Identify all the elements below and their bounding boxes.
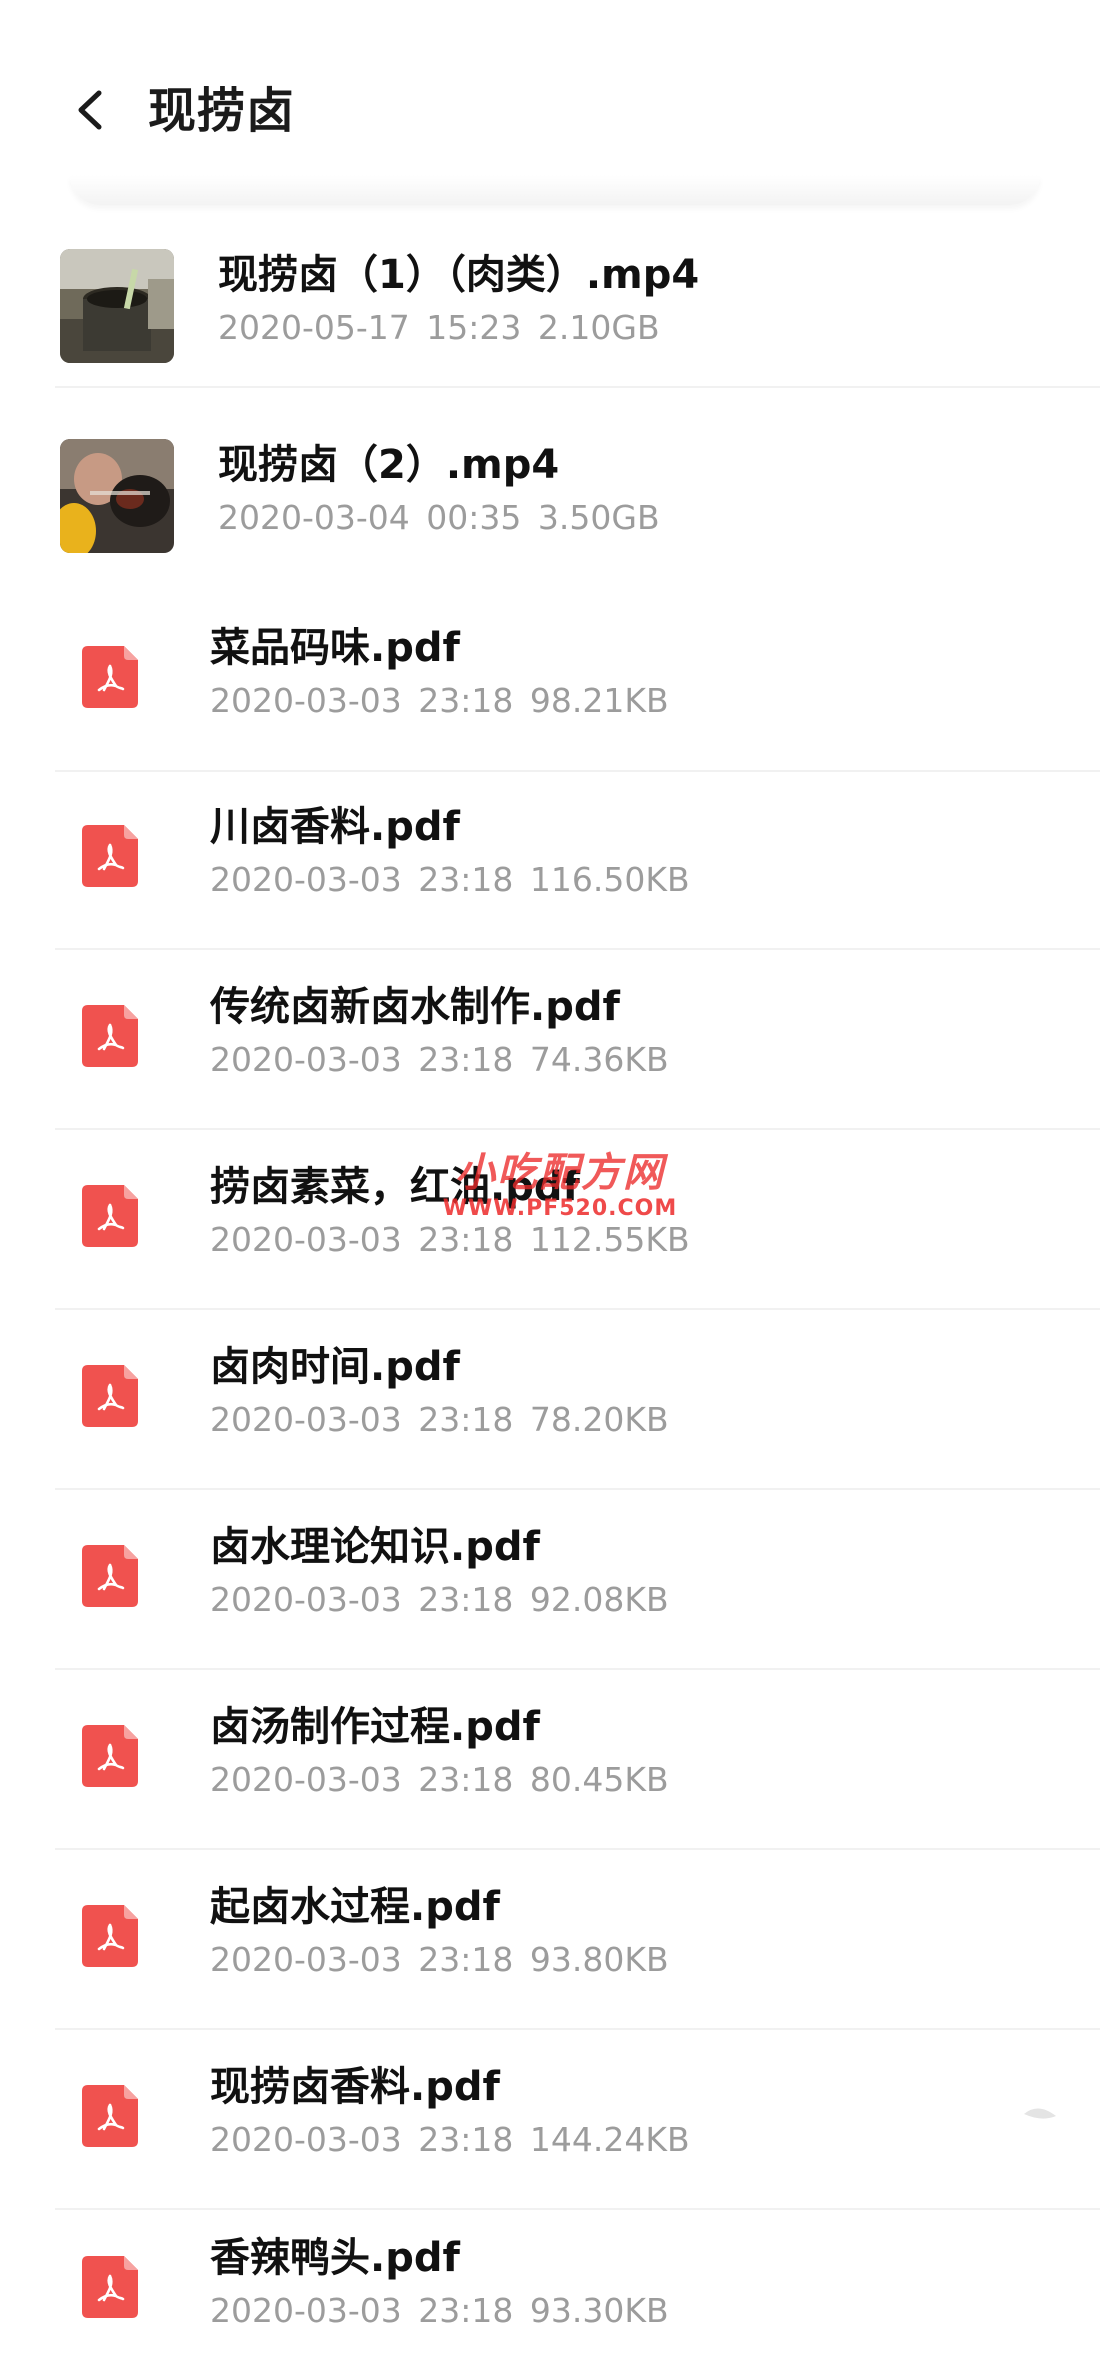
file-row[interactable]: 卤水理论知识.pdf 2020-03-03 23:18 92.08KB bbox=[0, 1490, 1100, 1670]
file-size: 98.21KB bbox=[529, 681, 669, 720]
file-size: 112.55KB bbox=[529, 1220, 690, 1259]
pdf-icon bbox=[82, 1545, 138, 1607]
file-name: 现捞卤（2）.mp4 bbox=[218, 442, 560, 488]
pdf-icon bbox=[82, 1905, 138, 1967]
file-name: 卤水理论知识.pdf bbox=[210, 1524, 540, 1570]
file-date: 2020-03-03 bbox=[210, 860, 402, 899]
scroll-hint-icon bbox=[1024, 2108, 1056, 2119]
file-name: 现捞卤（1）（肉类）.mp4 bbox=[218, 252, 700, 298]
file-row[interactable]: 卤汤制作过程.pdf 2020-03-03 23:18 80.45KB bbox=[0, 1670, 1100, 1850]
file-time: 00:35 bbox=[426, 498, 522, 537]
file-row[interactable]: 现捞卤香料.pdf 2020-03-03 23:18 144.24KB bbox=[0, 2030, 1100, 2210]
pdf-icon bbox=[82, 1725, 138, 1787]
file-date: 2020-03-03 bbox=[210, 2120, 402, 2159]
file-row[interactable]: 现捞卤（2）.mp4 2020-03-04 00:35 3.50GB bbox=[0, 408, 1100, 588]
file-date: 2020-05-17 bbox=[218, 308, 410, 347]
file-size: 93.80KB bbox=[529, 1940, 669, 1979]
file-meta: 2020-03-03 23:18 112.55KB bbox=[210, 1220, 690, 1260]
file-row[interactable]: 香辣鸭头.pdf 2020-03-03 23:18 93.30KB bbox=[0, 2210, 1100, 2371]
file-row[interactable]: 起卤水过程.pdf 2020-03-03 23:18 93.80KB bbox=[0, 1850, 1100, 2030]
file-row[interactable]: 捞卤素菜，红油.pdf 2020-03-03 23:18 112.55KB bbox=[0, 1130, 1100, 1310]
file-time: 23:18 bbox=[418, 2290, 514, 2330]
file-date: 2020-03-03 bbox=[210, 1940, 402, 1979]
file-meta: 2020-03-03 23:18 93.30KB bbox=[210, 2291, 669, 2331]
file-name: 捞卤素菜，红油.pdf bbox=[210, 1164, 580, 1210]
file-browser-screen: 现捞卤 现捞卤（1）（肉类）.mp4 2020-05-17 15:23 2.10G… bbox=[0, 0, 1100, 2371]
file-date: 2020-03-04 bbox=[218, 498, 410, 537]
pdf-icon bbox=[82, 2255, 138, 2318]
row-divider bbox=[55, 386, 1100, 388]
file-meta: 2020-03-03 23:18 80.45KB bbox=[210, 1760, 669, 1800]
file-name: 香辣鸭头.pdf bbox=[210, 2234, 460, 2281]
pdf-icon bbox=[82, 2085, 138, 2147]
file-size: 93.30KB bbox=[529, 2290, 669, 2330]
file-time: 23:18 bbox=[418, 1400, 514, 1439]
pdf-icon bbox=[82, 646, 138, 708]
pdf-icon bbox=[82, 825, 138, 887]
file-row[interactable]: 菜品码味.pdf 2020-03-03 23:18 98.21KB bbox=[0, 590, 1100, 772]
file-time: 23:18 bbox=[418, 1940, 514, 1979]
file-name: 传统卤新卤水制作.pdf bbox=[210, 984, 620, 1030]
file-size: 92.08KB bbox=[529, 1580, 669, 1619]
file-size: 80.45KB bbox=[529, 1760, 669, 1799]
file-date: 2020-03-03 bbox=[210, 1400, 402, 1439]
pdf-icon bbox=[82, 1185, 138, 1247]
file-date: 2020-03-03 bbox=[210, 1220, 402, 1259]
file-date: 2020-03-03 bbox=[210, 1040, 402, 1079]
file-time: 23:18 bbox=[418, 2120, 514, 2159]
file-time: 23:18 bbox=[418, 1760, 514, 1799]
file-date: 2020-03-03 bbox=[210, 1580, 402, 1619]
file-time: 15:23 bbox=[426, 308, 522, 347]
file-time: 23:18 bbox=[418, 1580, 514, 1619]
file-meta: 2020-05-17 15:23 2.10GB bbox=[218, 308, 660, 348]
file-meta: 2020-03-03 23:18 144.24KB bbox=[210, 2120, 690, 2160]
file-size: 78.20KB bbox=[529, 1400, 669, 1439]
file-size: 144.24KB bbox=[529, 2120, 690, 2159]
file-name: 卤肉时间.pdf bbox=[210, 1344, 460, 1390]
file-date: 2020-03-03 bbox=[210, 2290, 402, 2330]
file-name: 卤汤制作过程.pdf bbox=[210, 1704, 540, 1750]
video-thumbnail bbox=[60, 439, 174, 553]
file-time: 23:18 bbox=[418, 1220, 514, 1259]
file-list: 现捞卤（1）（肉类）.mp4 2020-05-17 15:23 2.10GB 现捞卤… bbox=[0, 0, 1100, 2371]
file-time: 23:18 bbox=[418, 681, 514, 720]
file-meta: 2020-03-03 23:18 98.21KB bbox=[210, 681, 669, 721]
file-row[interactable]: 现捞卤（1）（肉类）.mp4 2020-05-17 15:23 2.10GB bbox=[0, 228, 1100, 388]
file-meta: 2020-03-03 23:18 74.36KB bbox=[210, 1040, 669, 1080]
pdf-icon bbox=[82, 1365, 138, 1427]
video-thumbnail bbox=[60, 249, 174, 363]
file-date: 2020-03-03 bbox=[210, 1760, 402, 1799]
file-row[interactable]: 卤肉时间.pdf 2020-03-03 23:18 78.20KB bbox=[0, 1310, 1100, 1490]
file-time: 23:18 bbox=[418, 1040, 514, 1079]
file-row[interactable]: 传统卤新卤水制作.pdf 2020-03-03 23:18 74.36KB bbox=[0, 950, 1100, 1130]
file-meta: 2020-03-03 23:18 92.08KB bbox=[210, 1580, 669, 1620]
file-size: 74.36KB bbox=[529, 1040, 669, 1079]
file-date: 2020-03-03 bbox=[210, 681, 402, 720]
file-meta: 2020-03-03 23:18 78.20KB bbox=[210, 1400, 669, 1440]
file-row[interactable]: 川卤香料.pdf 2020-03-03 23:18 116.50KB bbox=[0, 770, 1100, 950]
file-time: 23:18 bbox=[418, 860, 514, 899]
file-name: 起卤水过程.pdf bbox=[210, 1884, 500, 1930]
file-name: 现捞卤香料.pdf bbox=[210, 2064, 500, 2110]
file-size: 3.50GB bbox=[537, 498, 660, 537]
file-size: 116.50KB bbox=[529, 860, 690, 899]
file-meta: 2020-03-03 23:18 93.80KB bbox=[210, 1940, 669, 1980]
pdf-icon bbox=[82, 1005, 138, 1067]
file-meta: 2020-03-03 23:18 116.50KB bbox=[210, 860, 690, 900]
file-name: 川卤香料.pdf bbox=[210, 804, 460, 850]
file-name: 菜品码味.pdf bbox=[210, 625, 460, 671]
file-meta: 2020-03-04 00:35 3.50GB bbox=[218, 498, 660, 538]
file-size: 2.10GB bbox=[537, 308, 660, 347]
